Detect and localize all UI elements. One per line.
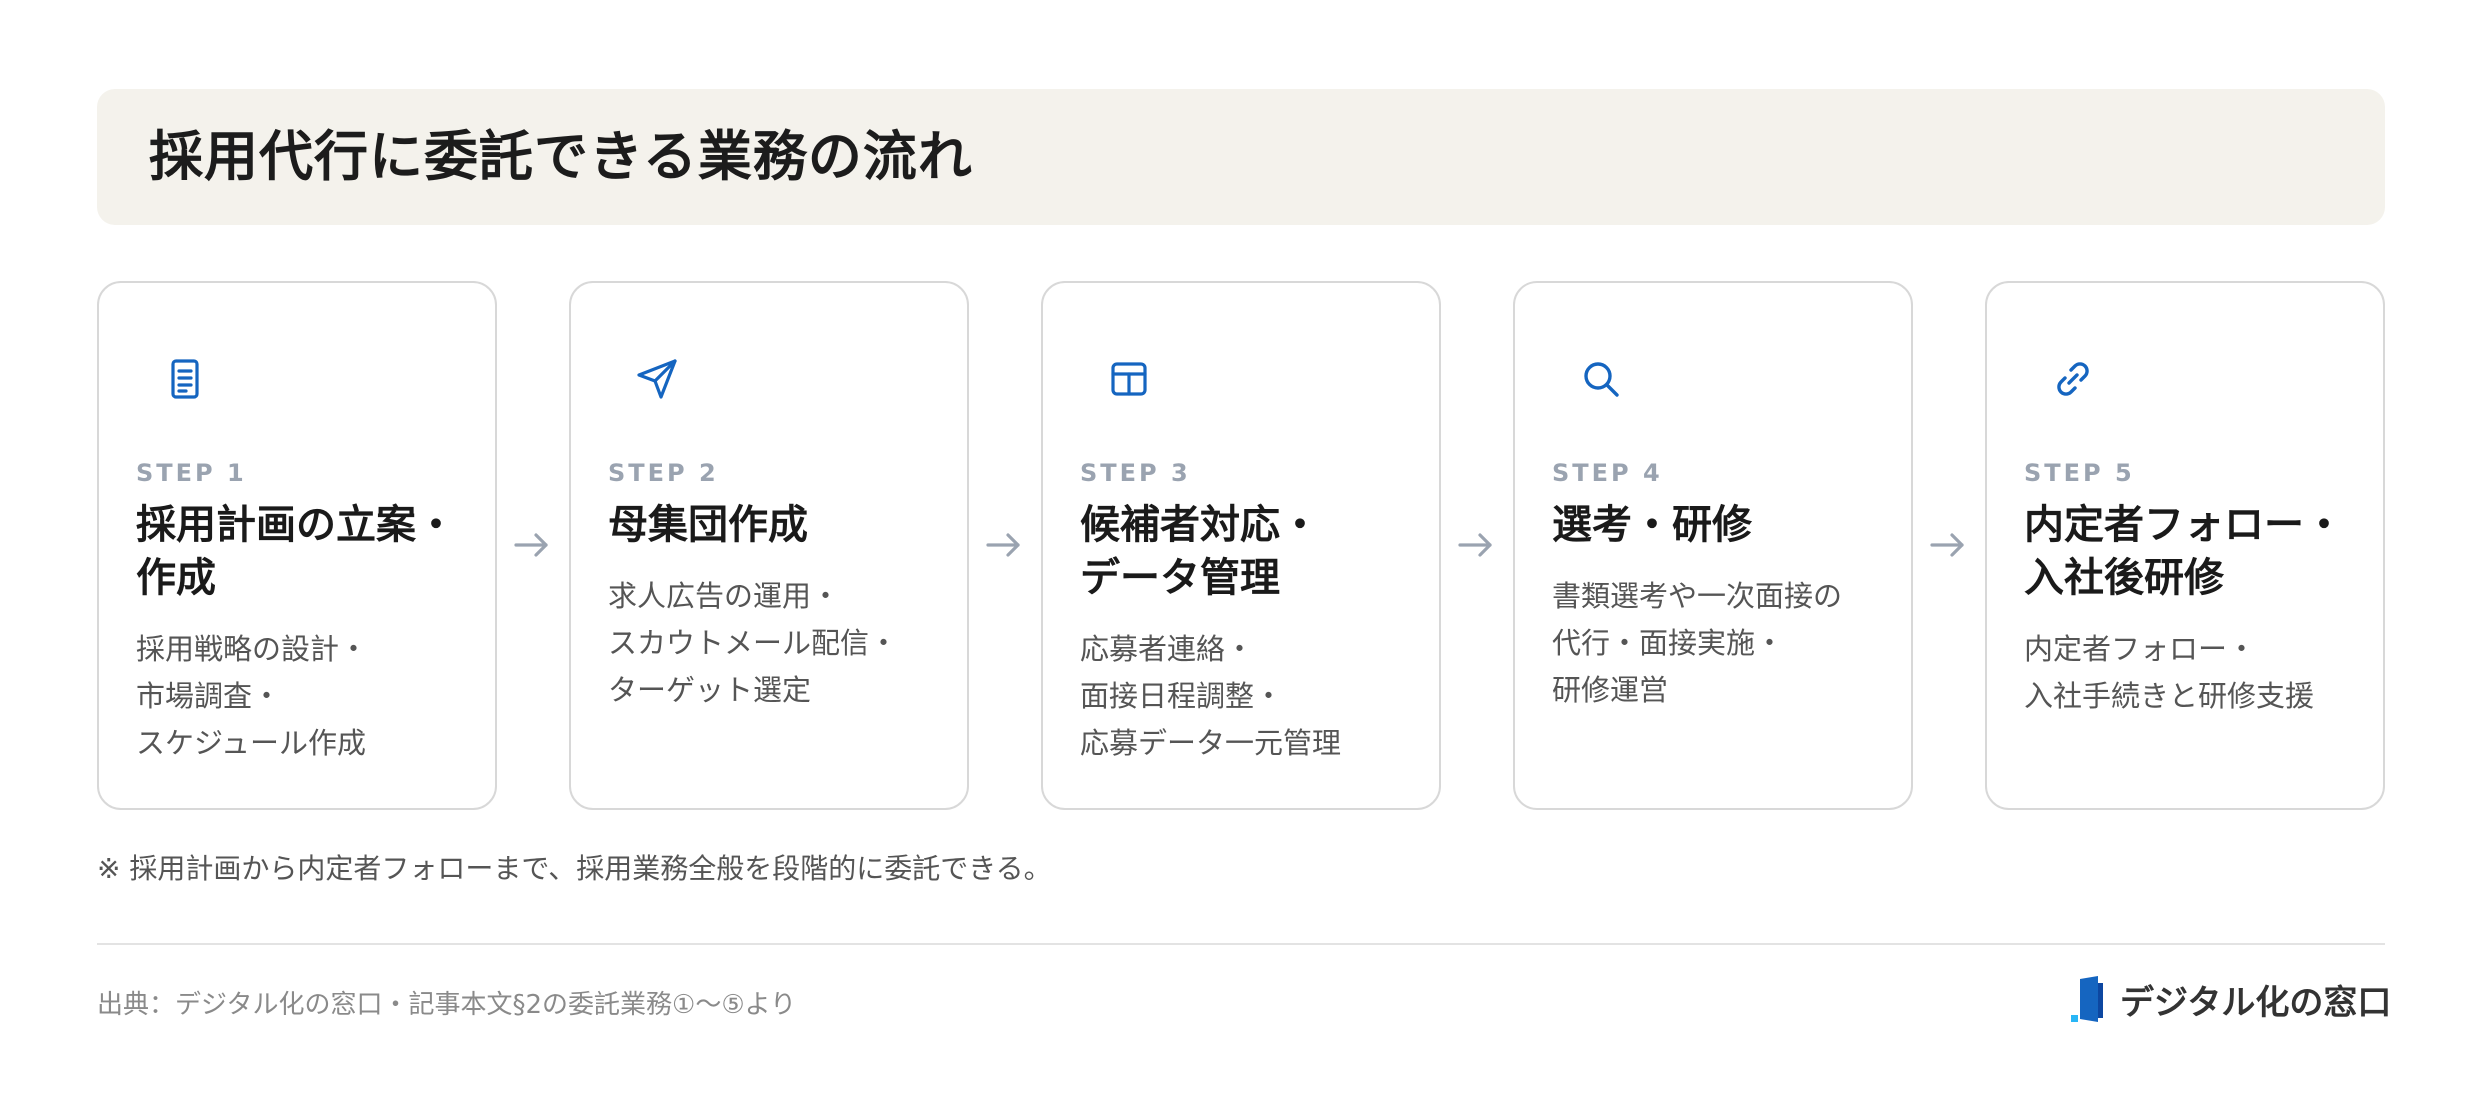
step-title: 採用計画の立案・ 作成 [136,499,486,605]
step-title-line: 採用計画の立案・ [136,502,456,548]
step-description: 書類選考や一次面接の 代行・面接実施・ 研修運営 [1552,573,1902,714]
step-description-line: 市場調査・ [136,679,282,713]
step-description-line: 応募者連絡・ [1080,632,1255,666]
brand-logo: デジタル化の窓口 [2068,975,2391,1023]
link-icon [2049,355,2097,403]
step-label: STEP 2 [608,459,719,487]
step-description: 採用戦略の設計・ 市場調査・ スケジュール作成 [136,626,486,767]
source-citation: 出典：デジタル化の窓口・記事本文§2の委託業務①〜⑤より [97,990,797,1020]
step-description-line: スケジュール作成 [136,726,366,760]
step-title: 候補者対応・ データ管理 [1080,499,1430,605]
step-label: STEP 5 [2024,459,2135,487]
step-label: STEP 4 [1552,459,1663,487]
step-description-line: ターゲット選定 [608,673,812,707]
arrow-right-icon [1926,523,1970,567]
step-card-3: STEP 3 候補者対応・ データ管理 応募者連絡・ 面接日程調整・ 応募データ… [1041,281,1441,810]
step-title: 母集団作成 [608,499,958,552]
step-title: 内定者フォロー・ 入社後研修 [2024,499,2374,605]
step-description: 内定者フォロー・ 入社手続きと研修支援 [2024,626,2374,720]
step-title-line: データ管理 [1080,555,1280,601]
step-title-line: 母集団作成 [608,502,808,548]
step-label: STEP 1 [136,459,247,487]
logo-text: デジタル化の窓口 [2120,982,2392,1023]
step-description-line: 書類選考や一次面接の [1552,579,1843,613]
step-description-line: 研修運営 [1552,673,1669,707]
step-description-line: 採用戦略の設計・ [136,632,369,666]
arrow-right-icon [1454,523,1498,567]
step-description-line: 求人広告の運用・ [608,579,841,613]
step-title-line: 入社後研修 [2024,555,2224,601]
step-title-line: 内定者フォロー・ [2024,502,2344,548]
step-title-line: 選考・研修 [1552,502,1752,548]
step-card-1: STEP 1 採用計画の立案・ 作成 採用戦略の設計・ 市場調査・ スケジュール… [97,281,497,810]
footnote: ※ 採用計画から内定者フォローまで、採用業務全般を段階的に委託できる。 [97,852,1052,885]
step-title: 選考・研修 [1552,499,1902,552]
document-icon [161,355,209,403]
arrow-right-icon [982,523,1026,567]
step-description-line: 内定者フォロー・ [2024,632,2257,666]
step-description-line: 応募データ一元管理 [1080,726,1342,760]
step-description-line: スカウトメール配信・ [608,626,899,660]
page-title: 採用代行に委託できる業務の流れ [149,125,973,188]
step-description: 求人広告の運用・ スカウトメール配信・ ターゲット選定 [608,573,958,714]
step-card-2: STEP 2 母集団作成 求人広告の運用・ スカウトメール配信・ ターゲット選定 [569,281,969,810]
logo-mark-icon [2068,975,2106,1023]
step-description: 応募者連絡・ 面接日程調整・ 応募データ一元管理 [1080,626,1430,767]
divider [97,943,2385,945]
search-icon [1577,355,1625,403]
step-label: STEP 3 [1080,459,1191,487]
title-banner: 採用代行に委託できる業務の流れ [97,89,2385,225]
step-card-5: STEP 5 内定者フォロー・ 入社後研修 内定者フォロー・ 入社手続きと研修支… [1985,281,2385,810]
step-description-line: 代行・面接実施・ [1552,626,1785,660]
table-icon [1105,355,1153,403]
step-title-line: 候補者対応・ [1080,502,1320,548]
send-icon [633,355,681,403]
step-card-4: STEP 4 選考・研修 書類選考や一次面接の 代行・面接実施・ 研修運営 [1513,281,1913,810]
step-description-line: 入社手続きと研修支援 [2024,679,2315,713]
step-description-line: 面接日程調整・ [1080,679,1284,713]
arrow-right-icon [510,523,554,567]
step-title-line: 作成 [136,555,216,601]
